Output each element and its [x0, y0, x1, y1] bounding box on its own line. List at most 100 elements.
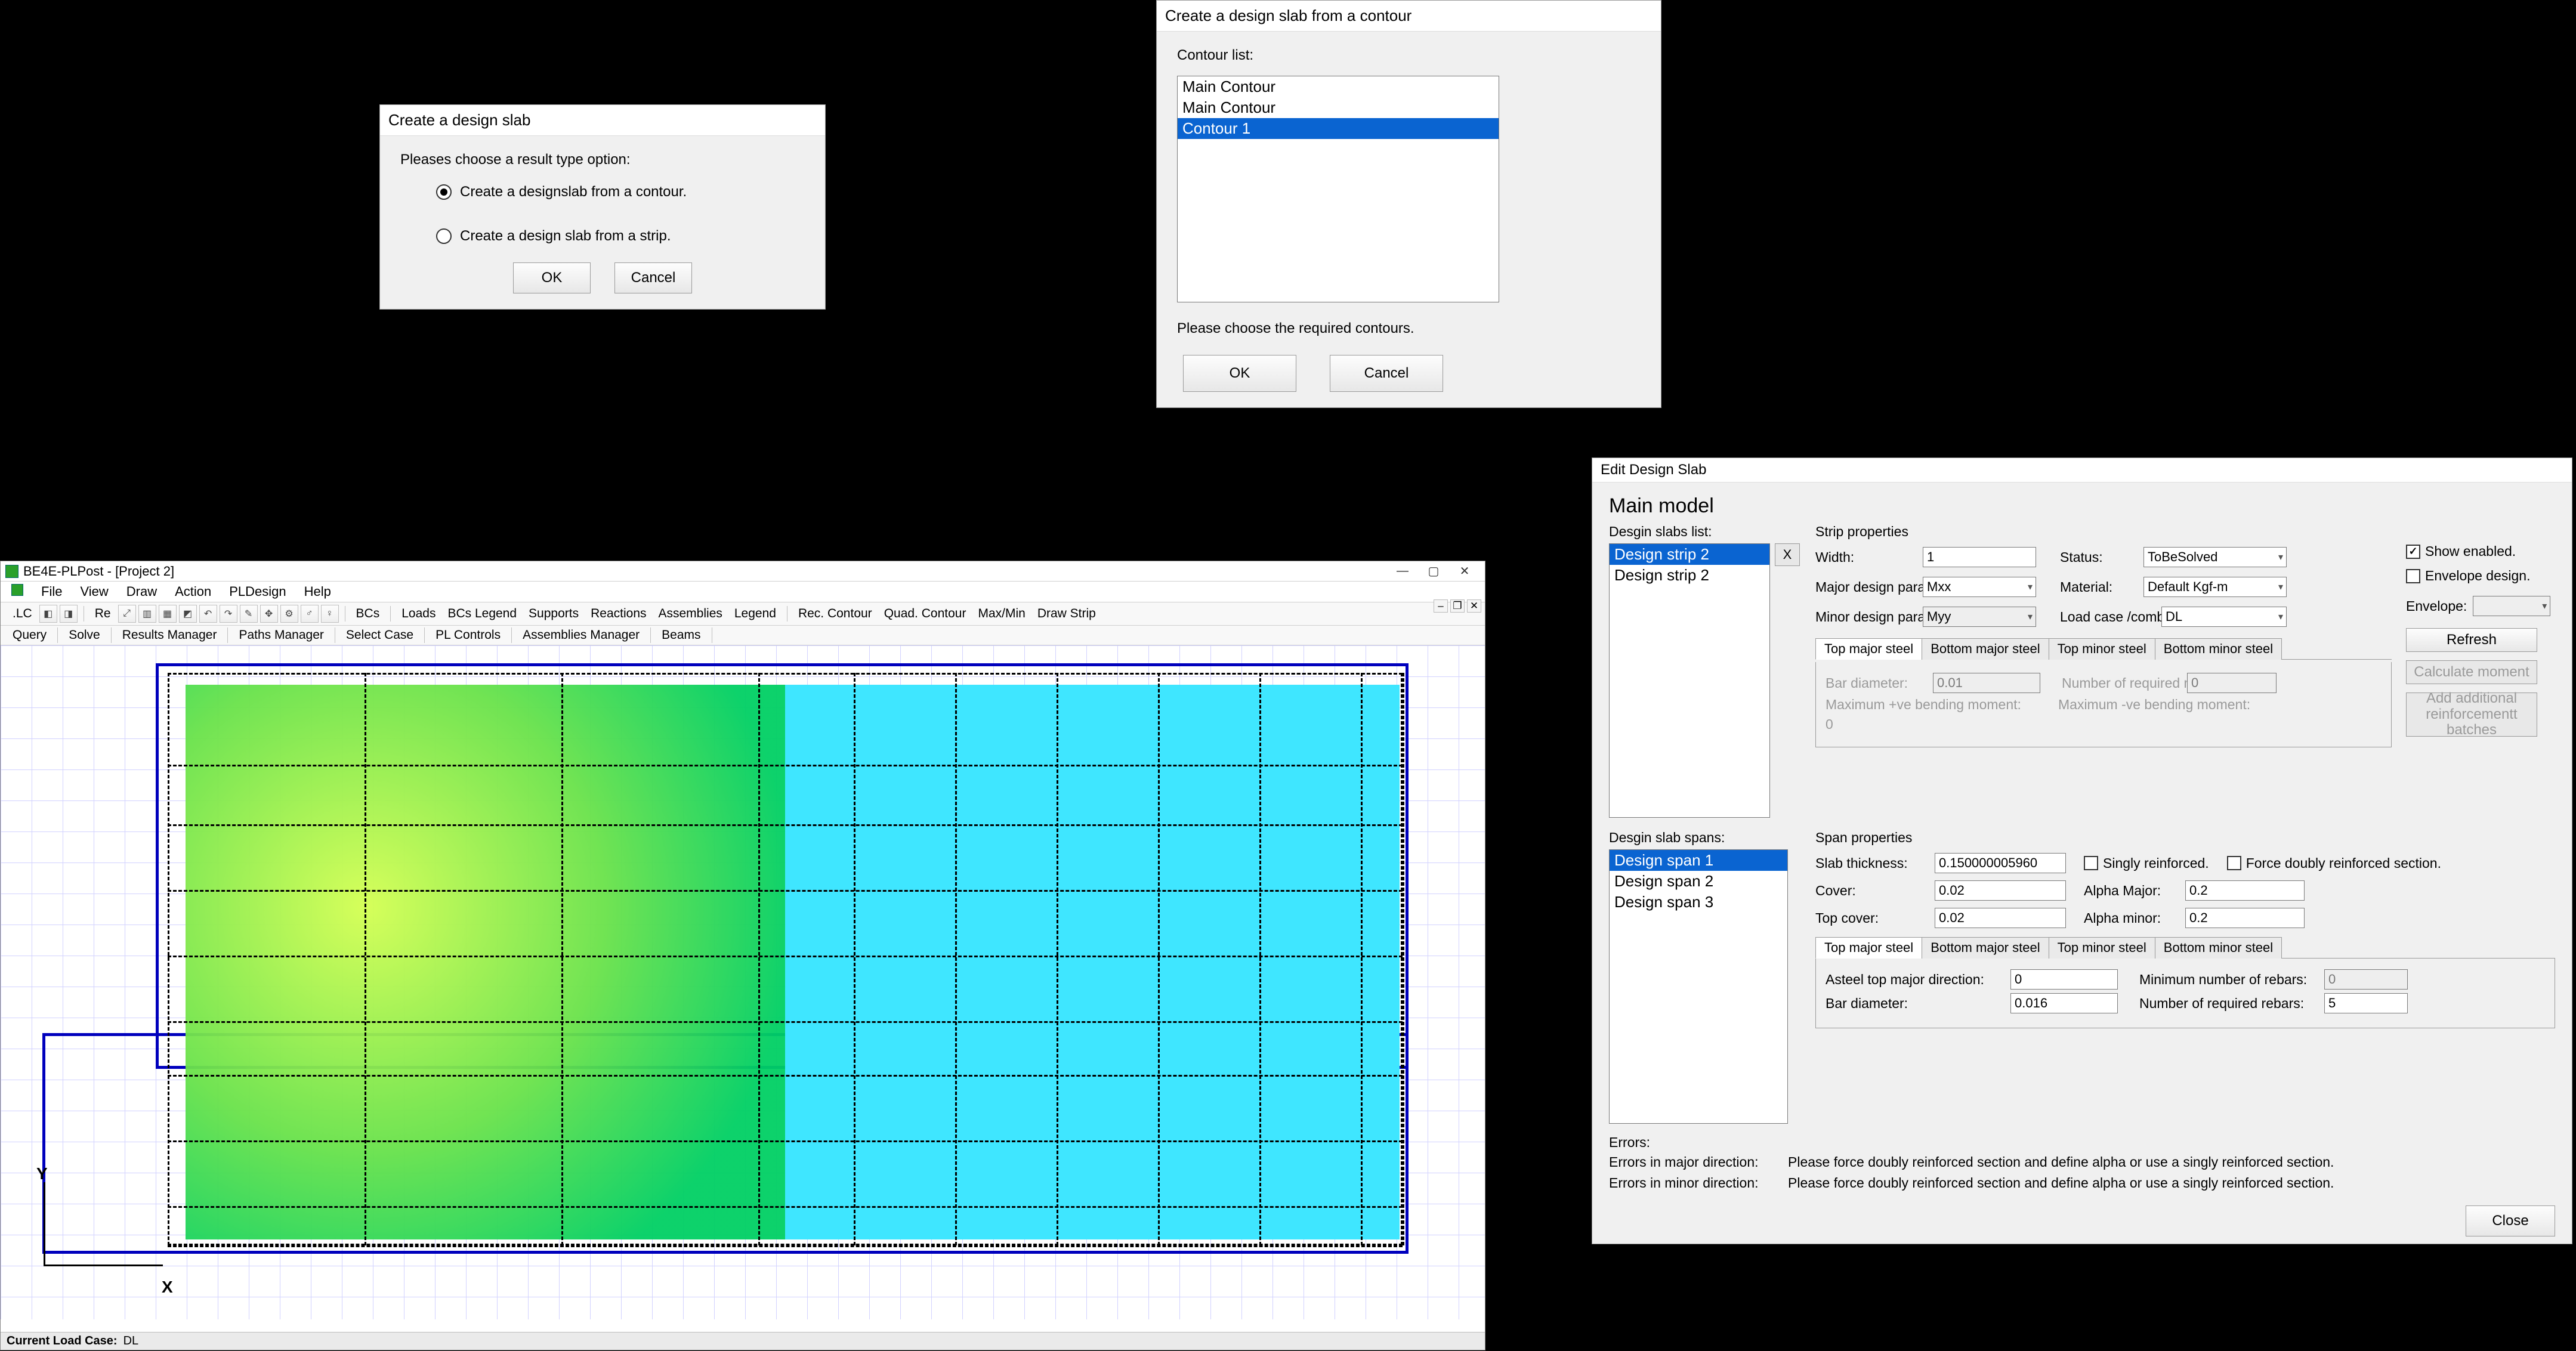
radio-option-contour[interactable]: Create a designslab from a contour. [436, 184, 805, 200]
close-button[interactable]: ✕ [1449, 563, 1480, 580]
subtoolbar-item[interactable]: Results Manager [116, 627, 223, 644]
ok-button[interactable]: OK [1183, 355, 1296, 392]
steel-tabs[interactable]: Top major steelBottom major steelTop min… [1815, 638, 2392, 660]
toolbar-lc[interactable]: .LC [7, 605, 38, 622]
force-doubly-checkbox[interactable]: Force doubly reinforced section. [2227, 855, 2441, 871]
toolbar-icon[interactable]: ⤢ [118, 605, 136, 623]
tab[interactable]: Top minor steel [2049, 937, 2155, 959]
toolbar-icon[interactable]: ♀ [321, 605, 339, 623]
toolbar-row-2[interactable]: Query Solve Results Manager Paths Manager Se… [1, 626, 1485, 645]
cancel-button[interactable]: Cancel [614, 262, 692, 293]
mdi-window-buttons[interactable]: – ❐ ✕ [1434, 599, 1481, 613]
subtoolbar-item[interactable]: Select Case [340, 627, 419, 644]
toolbar-re[interactable]: Re [89, 605, 117, 622]
mdi-min-icon[interactable]: – [1434, 599, 1448, 613]
toolbar-text[interactable]: Legend [728, 605, 782, 622]
show-enabled-checkbox[interactable]: Show enabled. [2406, 543, 2555, 559]
menu-item[interactable]: Action [175, 584, 211, 599]
slab-thickness-input[interactable] [1935, 853, 2066, 873]
envelope-design-checkbox[interactable]: Envelope design. [2406, 568, 2555, 584]
menu-item[interactable]: Draw [126, 584, 157, 599]
asteel-input[interactable] [2010, 969, 2118, 990]
close-button[interactable]: Close [2466, 1205, 2555, 1236]
list-item[interactable]: Main Contour [1178, 97, 1499, 118]
radio-option-strip[interactable]: Create a design slab from a strip. [436, 228, 805, 245]
steel-tabs-2[interactable]: Top major steelBottom major steelTop min… [1815, 936, 2555, 959]
refresh-button[interactable]: Refresh [2406, 628, 2537, 652]
subtoolbar-item[interactable]: Paths Manager [233, 627, 329, 644]
toolbar-text[interactable]: BCs Legend [441, 605, 523, 622]
tab[interactable]: Bottom minor steel [2155, 937, 2282, 959]
topcover-input[interactable] [1935, 908, 2066, 928]
bar-dia2-input[interactable] [2010, 993, 2118, 1013]
tab[interactable]: Top minor steel [2049, 638, 2155, 660]
loadcase-combo[interactable] [2161, 607, 2287, 627]
list-item[interactable]: Design span 3 [1610, 892, 1787, 913]
alpha-major-input[interactable] [2185, 880, 2305, 901]
cancel-button[interactable]: Cancel [1330, 355, 1443, 392]
toolbar-text[interactable]: Supports [523, 605, 585, 622]
model-canvas[interactable]: Y X [1, 645, 1485, 1319]
tab[interactable]: Top major steel [1815, 638, 1922, 660]
subtoolbar-item[interactable]: PL Controls [430, 627, 506, 644]
menubar[interactable]: File View Draw Action PLDesign Help [1, 582, 1485, 602]
menu-item[interactable]: PLDesign [229, 584, 286, 599]
toolbar-text[interactable]: Reactions [585, 605, 652, 622]
menu-item[interactable]: Help [304, 584, 331, 599]
toolbar-text[interactable]: Loads [396, 605, 441, 622]
toolbar-icon[interactable]: ✥ [260, 605, 278, 623]
toolbar-icon[interactable]: ↶ [199, 605, 217, 623]
list-item[interactable]: Main Contour [1178, 76, 1499, 97]
subtoolbar-item[interactable]: Solve [63, 627, 106, 644]
mdi-max-icon[interactable]: ❐ [1450, 599, 1465, 613]
structural-line [758, 673, 760, 1245]
spans-listbox[interactable]: Design span 1Design span 2Design span 3 [1609, 849, 1788, 1124]
tab[interactable]: Bottom major steel [1922, 638, 2049, 660]
num-req-input[interactable] [2324, 993, 2408, 1013]
toolbar-icon[interactable]: ▥ [138, 605, 156, 623]
minimize-button[interactable]: — [1387, 563, 1418, 580]
list-item[interactable]: Design strip 2 [1610, 565, 1769, 586]
toolbar-text[interactable]: Quad. Contour [878, 605, 972, 622]
toolbar-bcs[interactable]: BCs [350, 605, 386, 622]
minor-combo[interactable] [1923, 607, 2036, 627]
major-combo[interactable] [1923, 577, 2036, 597]
tab[interactable]: Bottom major steel [1922, 937, 2049, 959]
singly-checkbox[interactable]: Singly reinforced. [2084, 855, 2209, 871]
toolbar-row-1[interactable]: .LC◧◨ Re⤢▥▦◩↶↷✎✥⚙♂♀ BCs LoadsBCs LegendSupp… [1, 602, 1485, 626]
list-item[interactable]: Design span 1 [1610, 850, 1787, 871]
tab[interactable]: Bottom minor steel [2155, 638, 2282, 660]
delete-slab-button[interactable]: X [1775, 543, 1800, 566]
toolbar-icon[interactable]: ◩ [179, 605, 197, 623]
toolbar-text[interactable]: Max/Min [972, 605, 1031, 622]
slabs-listbox[interactable]: Design strip 2Design strip 2 [1609, 543, 1770, 818]
material-combo[interactable] [2143, 577, 2287, 597]
list-item[interactable]: Design strip 2 [1610, 544, 1769, 565]
toolbar-text[interactable]: Draw Strip [1031, 605, 1102, 622]
maximize-button[interactable]: ▢ [1418, 563, 1449, 580]
toolbar-text[interactable]: Assemblies [653, 605, 728, 622]
toolbar-text[interactable]: Rec. Contour [792, 605, 878, 622]
menu-item[interactable]: View [80, 584, 108, 599]
toolbar-icon[interactable]: ♂ [301, 605, 319, 623]
toolbar-icon[interactable]: ▦ [159, 605, 177, 623]
contour-listbox[interactable]: Main ContourMain ContourContour 1 [1177, 76, 1499, 302]
cover-input[interactable] [1935, 880, 2066, 901]
alpha-minor-input[interactable] [2185, 908, 2305, 928]
toolbar-icon[interactable]: ◨ [60, 605, 78, 623]
mdi-close-icon[interactable]: ✕ [1467, 599, 1481, 613]
toolbar-icon[interactable]: ◧ [39, 605, 57, 623]
list-item[interactable]: Design span 2 [1610, 871, 1787, 892]
toolbar-icon[interactable]: ↷ [220, 605, 237, 623]
subtoolbar-item[interactable]: Query [7, 627, 52, 644]
toolbar-icon[interactable]: ⚙ [280, 605, 298, 623]
width-input[interactable] [1923, 547, 2036, 567]
toolbar-icon[interactable]: ✎ [240, 605, 258, 623]
ok-button[interactable]: OK [513, 262, 591, 293]
subtoolbar-item[interactable]: Beams [656, 627, 706, 644]
tab[interactable]: Top major steel [1815, 937, 1922, 959]
menu-item[interactable]: File [41, 584, 62, 599]
status-combo[interactable] [2143, 547, 2287, 567]
list-item[interactable]: Contour 1 [1178, 118, 1499, 139]
subtoolbar-item[interactable]: Assemblies Manager [517, 627, 645, 644]
